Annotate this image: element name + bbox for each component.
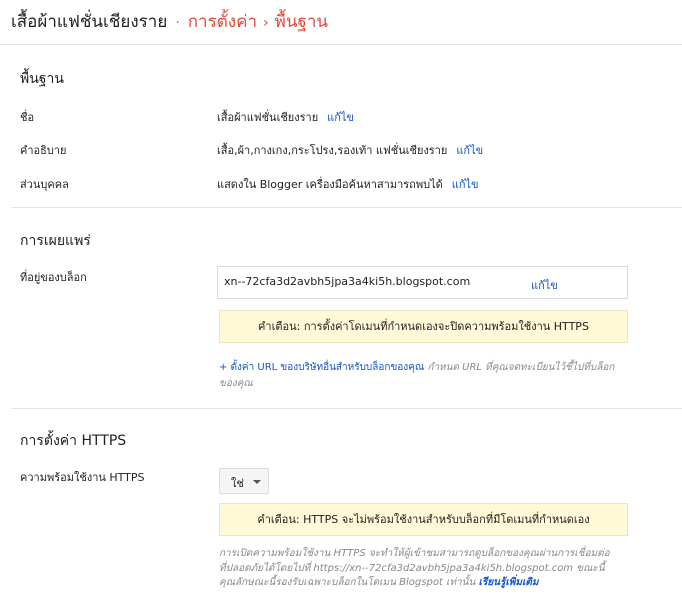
breadcrumb-settings-link[interactable]: การตั้งค่า bbox=[188, 12, 257, 32]
description-value-row: เสื้อ,ผ้า,กางเกง,กระโปรง,รองเท้า แฟชั่นเ… bbox=[217, 141, 483, 159]
caret-down-icon bbox=[253, 480, 261, 484]
custom-url-block: + ตั้งค่า URL ของบริษัทอื่นสำหรับบล็อกขอ… bbox=[219, 360, 619, 392]
blog-name: เสื้อผ้าแฟชั่นเชียงราย bbox=[11, 12, 168, 32]
description-label: คำอธิบาย bbox=[20, 144, 67, 157]
https-availability-dropdown[interactable]: ใช่ bbox=[219, 468, 269, 494]
page-header: เสื้อผ้าแฟชั่นเชียงราย · การตั้งค่า › พื้นฐา… bbox=[0, 0, 682, 45]
description-value: เสื้อ,ผ้า,กางเกง,กระโปรง,รองเท้า แฟชั่นเ… bbox=[217, 144, 448, 157]
https-note-text: คุณลักษณะนี้รองรับเฉพาะบล็อกในโดเมน Blog… bbox=[219, 577, 476, 588]
blog-address-value: xn--72cfa3d2avbh5jpa3a4ki5h.blogspot.com bbox=[224, 275, 471, 288]
https-availability-value: ใช่ bbox=[231, 477, 244, 490]
blog-address-box: xn--72cfa3d2avbh5jpa3a4ki5h.blogspot.com… bbox=[217, 266, 628, 299]
section-divider bbox=[11, 408, 682, 409]
edit-address-link[interactable]: แก้ไข bbox=[531, 276, 558, 294]
https-note-line: คุณลักษณะนี้รองรับเฉพาะบล็อกในโดเมน Blog… bbox=[219, 576, 629, 591]
section-title-https: การตั้งค่า HTTPS bbox=[20, 433, 127, 449]
title-value-row: เสื้อผ้าแฟชั่นเชียงราย แก้ไข bbox=[217, 108, 354, 126]
privacy-label: ส่วนบุคคล bbox=[20, 178, 69, 191]
breadcrumb-current-page: พื้นฐาน bbox=[274, 12, 328, 32]
section-title-basics: พื้นฐาน bbox=[20, 71, 64, 87]
edit-description-link[interactable]: แก้ไข bbox=[456, 144, 483, 157]
blog-address-label: ที่อยู่ของบล็อก bbox=[20, 271, 87, 284]
custom-domain-warning: คำเตือน: การตั้งค่าโดเมนที่กำหนดเองจะปิด… bbox=[219, 310, 628, 343]
https-availability-label: ความพร้อมใช้งาน HTTPS bbox=[20, 471, 145, 484]
chevron-right-icon: › bbox=[263, 15, 269, 31]
privacy-value: แสดงใน Blogger เครื่องมือค้นหาสามารถพบได… bbox=[217, 178, 443, 191]
title-value: เสื้อผ้าแฟชั่นเชียงราย bbox=[217, 111, 319, 124]
https-note-line: การเปิดความพร้อมใช้งาน HTTPS จะทำให้ผู้เ… bbox=[219, 548, 610, 559]
setup-custom-url-link[interactable]: + ตั้งค่า URL ของบริษัทอื่นสำหรับบล็อกขอ… bbox=[219, 362, 424, 373]
privacy-value-row: แสดงใน Blogger เครื่องมือค้นหาสามารถพบได… bbox=[217, 175, 479, 193]
section-divider bbox=[11, 207, 682, 208]
https-note-line: ที่ปลอดภัยได้โดยไปที่ https://xn--72cfa3… bbox=[219, 562, 605, 574]
learn-more-link[interactable]: เรียนรู้เพิ่มเติม bbox=[479, 577, 539, 588]
breadcrumb: เสื้อผ้าแฟชั่นเชียงราย · การตั้งค่า › พื้นฐา… bbox=[11, 8, 328, 35]
https-note: การเปิดความพร้อมใช้งาน HTTPS จะทำให้ผู้เ… bbox=[219, 547, 629, 591]
https-warning: คำเตือน: HTTPS จะไม่พร้อมใช้งานสำหรับบล็… bbox=[219, 503, 628, 536]
breadcrumb-separator: · bbox=[175, 15, 180, 31]
edit-privacy-link[interactable]: แก้ไข bbox=[452, 178, 479, 191]
edit-title-link[interactable]: แก้ไข bbox=[327, 111, 354, 124]
section-title-publishing: การเผยแพร่ bbox=[20, 233, 91, 249]
title-label: ชื่อ bbox=[20, 111, 35, 124]
